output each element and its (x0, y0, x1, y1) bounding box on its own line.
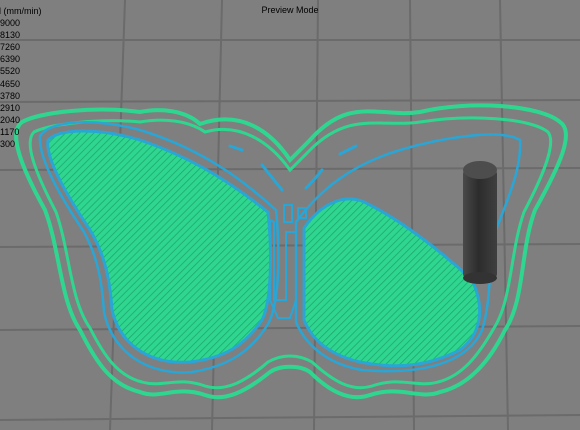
legend-value: 9000 (0, 18, 21, 29)
nozzle-cylinder-icon[interactable] (463, 161, 497, 284)
legend-value: 4650 (0, 78, 21, 89)
legend-value: 300 (0, 139, 16, 150)
preview-canvas[interactable] (0, 0, 580, 430)
legend-value: 3780 (0, 90, 21, 101)
speed-legend: ed (mm/min) 9000 8130 7260 6390 5520 465… (0, 5, 42, 150)
legend-value: 5520 (0, 66, 21, 77)
right-wing-infill (302, 197, 482, 368)
legend-value: 2040 (0, 114, 21, 125)
legend-value: 2910 (0, 102, 21, 113)
legend-value: 8130 (0, 30, 21, 41)
legend-value: 7260 (0, 42, 21, 53)
legend-value: 6390 (0, 54, 21, 65)
legend-title: ed (mm/min) (0, 6, 42, 16)
preview-viewport[interactable] (0, 0, 580, 430)
preview-mode-label: Preview Mode (261, 5, 319, 15)
legend-value: 1170 (0, 126, 20, 137)
